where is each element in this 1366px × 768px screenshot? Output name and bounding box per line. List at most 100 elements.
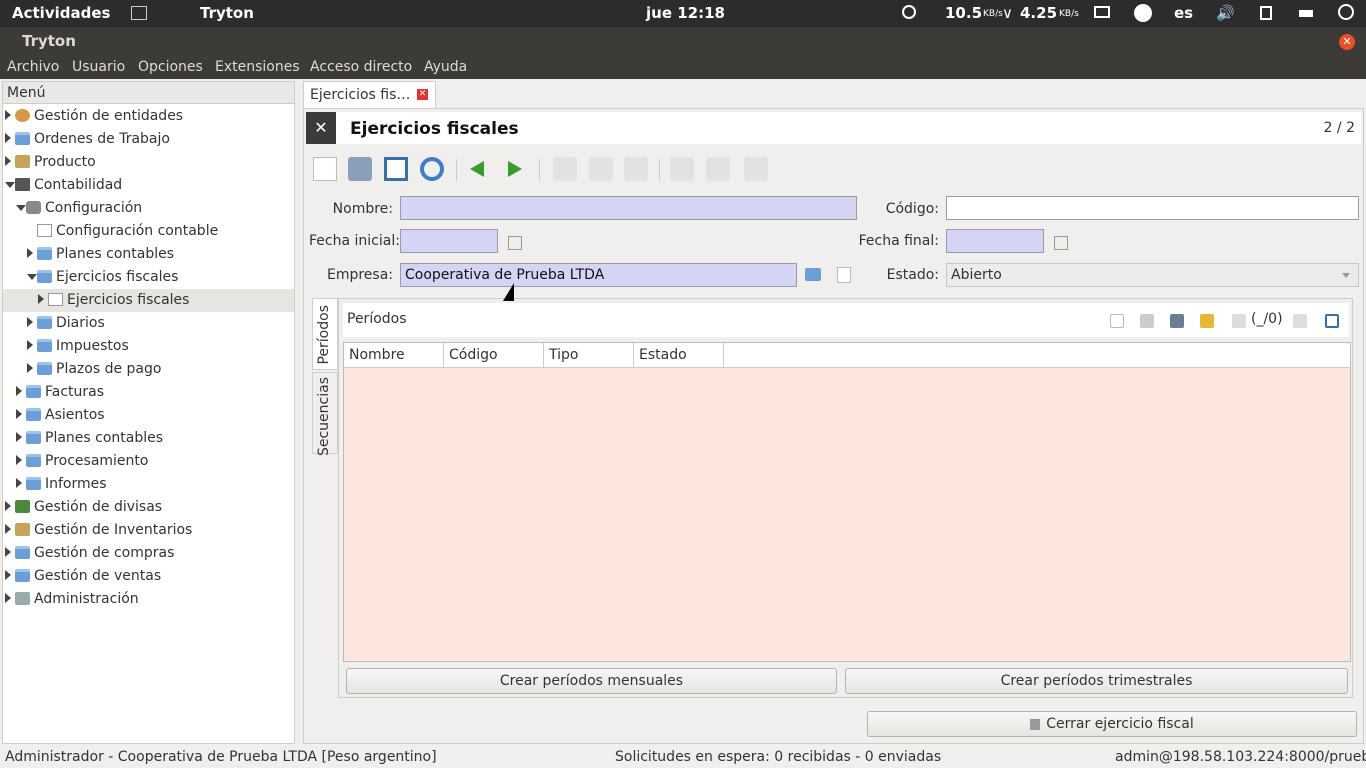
display-icon[interactable] <box>1094 6 1110 18</box>
menu-acceso-directo[interactable]: Acceso directo <box>310 59 412 75</box>
expander-closed-icon[interactable] <box>5 110 11 120</box>
new-record-icon[interactable] <box>313 157 337 181</box>
expander-closed-icon[interactable] <box>16 432 22 442</box>
status-requests[interactable]: Solicitudes en espera: 0 recibidas - 0 e… <box>615 749 941 765</box>
sidebar-item[interactable]: Facturas <box>3 381 294 404</box>
tab-periodos[interactable]: Períodos <box>312 298 338 370</box>
save-icon[interactable] <box>348 157 372 181</box>
activities-button[interactable]: Actividades <box>12 4 110 22</box>
new-record-icon[interactable] <box>1110 314 1124 328</box>
crear-periodos-mensuales-button[interactable]: Crear períodos mensuales <box>346 668 837 694</box>
column-codigo[interactable]: Código <box>444 343 544 368</box>
expander-closed-icon[interactable] <box>27 363 33 373</box>
sidebar-item[interactable]: Contabilidad <box>3 174 294 197</box>
expander-closed-icon[interactable] <box>27 317 33 327</box>
close-window-button[interactable]: ✕ <box>1339 34 1355 50</box>
tab-ejercicios-fiscales[interactable]: Ejercicios fis… ✕ <box>303 81 436 108</box>
reload-icon[interactable] <box>420 157 444 181</box>
expander-closed-icon[interactable] <box>5 156 11 166</box>
keyboard-language[interactable]: es <box>1174 4 1193 22</box>
sidebar-item[interactable]: Configuración contable <box>3 220 294 243</box>
switch-view-icon[interactable] <box>384 157 408 181</box>
sidebar-item[interactable]: Configuración <box>3 197 294 220</box>
undo-icon[interactable] <box>1200 314 1214 328</box>
sidebar-item[interactable]: Informes <box>3 473 294 496</box>
expander-closed-icon[interactable] <box>5 524 11 534</box>
sidebar-item[interactable]: Planes contables <box>3 243 294 266</box>
sidebar-item[interactable]: Ejercicios fiscales <box>3 266 294 289</box>
calendar-icon[interactable] <box>1054 236 1068 250</box>
email-icon[interactable] <box>706 157 730 181</box>
sidebar-item[interactable]: Plazos de pago <box>3 358 294 381</box>
sidebar-item[interactable]: Gestión de compras <box>3 542 294 565</box>
tab-secuencias[interactable]: Secuencias <box>312 372 338 456</box>
clock-icon[interactable] <box>902 5 916 19</box>
expander-closed-icon[interactable] <box>16 409 22 419</box>
expander-closed-icon[interactable] <box>27 340 33 350</box>
sidebar-item[interactable]: Gestión de entidades <box>3 105 294 128</box>
expander-closed-icon[interactable] <box>5 133 11 143</box>
estado-select[interactable]: Abierto <box>946 263 1359 287</box>
sidebar-item[interactable]: Ordenes de Trabajo <box>3 128 294 151</box>
expander-closed-icon[interactable] <box>5 593 11 603</box>
battery-icon[interactable] <box>1299 10 1313 17</box>
previous-record-icon[interactable] <box>470 161 484 177</box>
periodos-table[interactable]: Nombre Código Tipo Estado <box>343 342 1351 662</box>
menu-tree-header[interactable]: Menú <box>3 82 294 104</box>
expander-closed-icon[interactable] <box>5 570 11 580</box>
report-icon[interactable] <box>670 157 694 181</box>
fecha-final-field[interactable] <box>946 229 1044 253</box>
next-icon[interactable] <box>1293 314 1307 328</box>
expander-open-icon[interactable] <box>27 274 37 280</box>
column-estado[interactable]: Estado <box>634 343 724 368</box>
sidebar-item[interactable]: Ejercicios fiscales <box>3 289 294 312</box>
image-icon[interactable] <box>131 6 147 20</box>
menu-ayuda[interactable]: Ayuda <box>424 59 467 75</box>
sidebar-item[interactable]: Diarios <box>3 312 294 335</box>
fecha-inicial-field[interactable] <box>400 229 498 253</box>
relate-icon[interactable] <box>624 157 648 181</box>
open-folder-icon[interactable] <box>1140 314 1154 328</box>
sidebar-item[interactable]: Gestión de divisas <box>3 496 294 519</box>
column-tipo[interactable]: Tipo <box>544 343 634 368</box>
menu-extensiones[interactable]: Extensiones <box>215 59 300 75</box>
attachment-icon[interactable] <box>553 157 577 181</box>
volume-icon[interactable]: 🔊 <box>1216 4 1235 22</box>
column-nombre[interactable]: Nombre <box>344 343 444 368</box>
active-app-name[interactable]: Tryton <box>200 4 254 22</box>
expander-closed-icon[interactable] <box>5 547 11 557</box>
expander-closed-icon[interactable] <box>27 248 33 258</box>
cerrar-ejercicio-fiscal-button[interactable]: Cerrar ejercicio fiscal <box>867 711 1357 737</box>
menu-archivo[interactable]: Archivo <box>7 59 59 75</box>
sidebar-item[interactable]: Gestión de ventas <box>3 565 294 588</box>
delete-icon[interactable] <box>1170 314 1184 328</box>
expander-closed-icon[interactable] <box>5 501 11 511</box>
sidebar-item[interactable]: Impuestos <box>3 335 294 358</box>
open-folder-icon[interactable] <box>805 268 821 281</box>
sidebar-item[interactable]: Planes contables <box>3 427 294 450</box>
close-tab-icon[interactable]: ✕ <box>417 89 428 100</box>
network-icon[interactable] <box>1260 6 1272 20</box>
expander-open-icon[interactable] <box>16 205 26 211</box>
next-record-icon[interactable] <box>508 161 522 177</box>
switch-view-icon[interactable] <box>1325 314 1339 328</box>
codigo-field[interactable] <box>946 196 1359 220</box>
sidebar-item[interactable]: Procesamiento <box>3 450 294 473</box>
empresa-field[interactable]: Cooperativa de Prueba LTDA <box>400 263 797 287</box>
sidebar-item[interactable]: Administración <box>3 588 294 611</box>
expander-open-icon[interactable] <box>5 182 15 188</box>
crear-periodos-trimestrales-button[interactable]: Crear períodos trimestrales <box>845 668 1348 694</box>
expander-closed-icon[interactable] <box>38 294 44 304</box>
pane-splitter[interactable] <box>296 81 302 744</box>
previous-icon[interactable] <box>1232 314 1246 328</box>
expander-closed-icon[interactable] <box>16 386 22 396</box>
expander-closed-icon[interactable] <box>16 455 22 465</box>
power-icon[interactable] <box>1338 4 1354 20</box>
sidebar-item[interactable]: Gestión de Inventarios <box>3 519 294 542</box>
tools-icon[interactable]: ✕ <box>306 112 336 144</box>
expander-closed-icon[interactable] <box>16 478 22 488</box>
print-icon[interactable] <box>744 157 768 181</box>
sidebar-item[interactable]: Asientos <box>3 404 294 427</box>
clock[interactable]: jue 12:18 <box>646 4 725 22</box>
calendar-icon[interactable] <box>508 236 522 250</box>
